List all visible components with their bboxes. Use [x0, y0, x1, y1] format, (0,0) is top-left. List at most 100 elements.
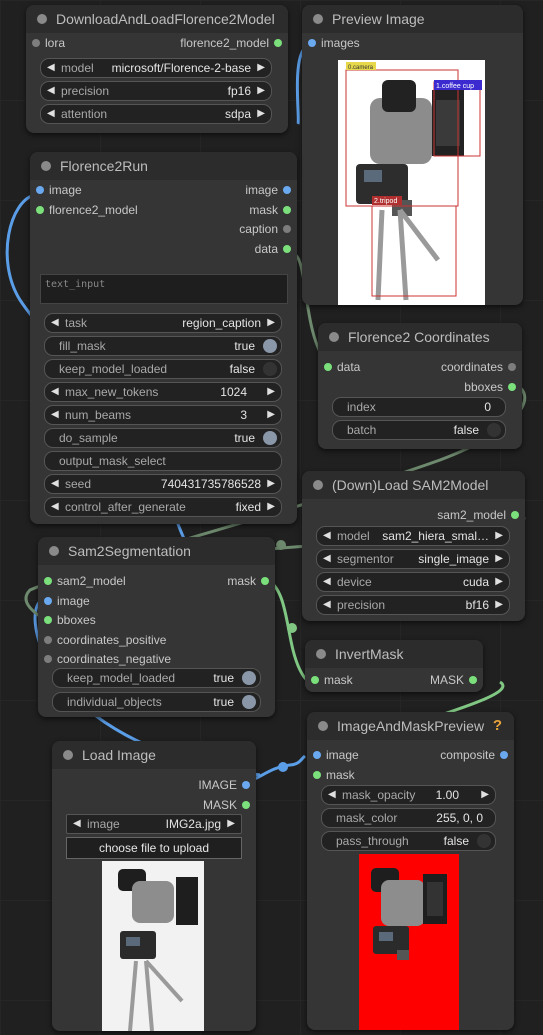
output-slot-mask[interactable]: mask	[249, 203, 291, 217]
toggle-knob-icon[interactable]	[263, 362, 277, 376]
arrow-left-icon[interactable]: ◀	[51, 314, 59, 332]
node-title[interactable]: (Down)Load SAM2Model	[302, 471, 525, 499]
arrow-left-icon[interactable]: ◀	[47, 105, 55, 123]
input-slot-sam2-model[interactable]: sam2_model	[44, 574, 126, 588]
keep-model-loaded-toggle[interactable]: keep_model_loaded false	[44, 359, 282, 379]
toggle-knob-icon[interactable]	[263, 339, 277, 353]
node-title[interactable]: Preview Image	[302, 5, 523, 33]
output-slot-mask[interactable]: mask	[227, 574, 269, 588]
sam2-precision-combo[interactable]: ◀ precision bf16 ▶	[316, 595, 510, 615]
collapse-dot-icon[interactable]	[329, 332, 339, 342]
node-title[interactable]: DownloadAndLoadFlorence2Model	[26, 5, 288, 33]
collapse-dot-icon[interactable]	[313, 14, 323, 24]
node-download-florence2-model[interactable]: DownloadAndLoadFlorence2Model lora flore…	[26, 5, 288, 133]
output-slot-image[interactable]: image	[245, 183, 291, 197]
input-slot-lora[interactable]: lora	[32, 36, 65, 50]
arrow-left-icon[interactable]: ◀	[47, 82, 55, 100]
arrow-left-icon[interactable]: ◀	[323, 550, 331, 568]
upload-button[interactable]: choose file to upload	[66, 837, 242, 859]
arrow-right-icon[interactable]: ▶	[495, 596, 503, 614]
collapse-dot-icon[interactable]	[41, 161, 51, 171]
node-title[interactable]: Florence2Run	[30, 152, 297, 180]
input-slot-images[interactable]: images	[308, 36, 360, 50]
toggle-knob-icon[interactable]	[242, 695, 256, 709]
arrow-left-icon[interactable]: ◀	[51, 475, 59, 493]
arrow-left-icon[interactable]: ◀	[73, 815, 81, 833]
node-invert-mask[interactable]: InvertMask mask MASK	[305, 640, 483, 692]
attention-combo[interactable]: ◀ attention sdpa ▶	[40, 104, 272, 124]
toggle-knob-icon[interactable]	[263, 431, 277, 445]
output-slot-coordinates[interactable]: coordinates	[441, 360, 516, 374]
text-input-area[interactable]: text_input	[40, 274, 288, 304]
help-icon[interactable]: ?	[493, 712, 502, 740]
input-slot-coordinates-positive[interactable]: coordinates_positive	[44, 633, 166, 647]
output-slot-bboxes[interactable]: bboxes	[464, 380, 516, 394]
sam2-model-combo[interactable]: ◀ model sam2_hiera_smal… ▶	[316, 526, 510, 546]
arrow-left-icon[interactable]: ◀	[323, 596, 331, 614]
collapse-dot-icon[interactable]	[37, 14, 47, 24]
input-slot-coordinates-negative[interactable]: coordinates_negative	[44, 652, 171, 666]
arrow-right-icon[interactable]: ▶	[267, 383, 275, 401]
sam-keep-model-loaded-toggle[interactable]: keep_model_loaded true	[52, 668, 261, 688]
input-slot-florence2-model[interactable]: florence2_model	[36, 203, 138, 217]
segmentor-combo[interactable]: ◀ segmentor single_image ▶	[316, 549, 510, 569]
node-title[interactable]: Load Image	[52, 741, 256, 769]
node-florence2-coordinates[interactable]: Florence2 Coordinates data coordinates b…	[318, 323, 522, 449]
batch-toggle[interactable]: batch false	[332, 420, 506, 440]
output-mask-select-field[interactable]: output_mask_select	[44, 451, 282, 471]
arrow-right-icon[interactable]: ▶	[495, 550, 503, 568]
mask-opacity-number[interactable]: ◀ mask_opacity 1.00 ▶	[321, 785, 496, 805]
node-title[interactable]: InvertMask	[305, 640, 483, 668]
input-slot-mask[interactable]: mask	[313, 768, 355, 782]
node-title[interactable]: ImageAndMaskPreview ?	[307, 712, 514, 740]
toggle-knob-icon[interactable]	[242, 671, 256, 685]
arrow-left-icon[interactable]: ◀	[47, 59, 55, 77]
arrow-right-icon[interactable]: ▶	[257, 59, 265, 77]
node-preview-image[interactable]: Preview Image images 0.camera 1.coffee c…	[302, 5, 523, 305]
input-slot-bboxes[interactable]: bboxes	[44, 613, 96, 627]
output-slot-mask-upper[interactable]: MASK	[430, 673, 477, 687]
arrow-right-icon[interactable]: ▶	[495, 573, 503, 591]
control-after-generate-combo[interactable]: ◀ control_after_generate fixed ▶	[44, 497, 282, 517]
arrow-right-icon[interactable]: ▶	[227, 815, 235, 833]
arrow-left-icon[interactable]: ◀	[323, 527, 331, 545]
arrow-right-icon[interactable]: ▶	[495, 527, 503, 545]
image-file-combo[interactable]: ◀ image IMG2a.jpg ▶	[66, 814, 242, 834]
node-load-image[interactable]: Load Image IMAGE MASK ◀ image IMG2a.jpg …	[52, 741, 256, 1031]
node-title[interactable]: Florence2 Coordinates	[318, 323, 522, 351]
toggle-knob-icon[interactable]	[477, 834, 491, 848]
output-slot-florence2-model[interactable]: florence2_model	[180, 36, 282, 50]
arrow-right-icon[interactable]: ▶	[267, 498, 275, 516]
node-florence2-run[interactable]: Florence2Run image image florence2_model…	[30, 152, 297, 524]
input-slot-data[interactable]: data	[324, 360, 360, 374]
output-slot-data[interactable]: data	[255, 242, 291, 256]
collapse-dot-icon[interactable]	[63, 750, 73, 760]
collapse-dot-icon[interactable]	[316, 649, 326, 659]
output-slot-caption[interactable]: caption	[239, 222, 291, 236]
arrow-left-icon[interactable]: ◀	[51, 383, 59, 401]
input-slot-image[interactable]: image	[44, 594, 90, 608]
output-slot-composite[interactable]: composite	[440, 748, 508, 762]
fill-mask-toggle[interactable]: fill_mask true	[44, 336, 282, 356]
arrow-right-icon[interactable]: ▶	[257, 82, 265, 100]
max-new-tokens-number[interactable]: ◀ max_new_tokens 1024 ▶	[44, 382, 282, 402]
node-sam2-segmentation[interactable]: Sam2Segmentation sam2_model mask image b…	[38, 537, 275, 717]
arrow-left-icon[interactable]: ◀	[51, 406, 59, 424]
output-slot-mask[interactable]: MASK	[203, 798, 250, 812]
node-title[interactable]: Sam2Segmentation	[38, 537, 275, 565]
toggle-knob-icon[interactable]	[487, 423, 501, 437]
precision-combo[interactable]: ◀ precision fp16 ▶	[40, 81, 272, 101]
num-beams-number[interactable]: ◀ num_beams 3 ▶	[44, 405, 282, 425]
output-slot-image[interactable]: IMAGE	[198, 778, 250, 792]
index-number[interactable]: index 0	[332, 397, 506, 417]
arrow-left-icon[interactable]: ◀	[323, 573, 331, 591]
arrow-right-icon[interactable]: ▶	[267, 314, 275, 332]
do-sample-toggle[interactable]: do_sample true	[44, 428, 282, 448]
mask-color-field[interactable]: mask_color 255, 0, 0	[321, 808, 496, 828]
arrow-left-icon[interactable]: ◀	[328, 786, 336, 804]
input-slot-mask[interactable]: mask	[311, 673, 353, 687]
output-slot-sam2-model[interactable]: sam2_model	[437, 508, 519, 522]
input-slot-image[interactable]: image	[313, 748, 359, 762]
arrow-right-icon[interactable]: ▶	[267, 406, 275, 424]
collapse-dot-icon[interactable]	[313, 480, 323, 490]
